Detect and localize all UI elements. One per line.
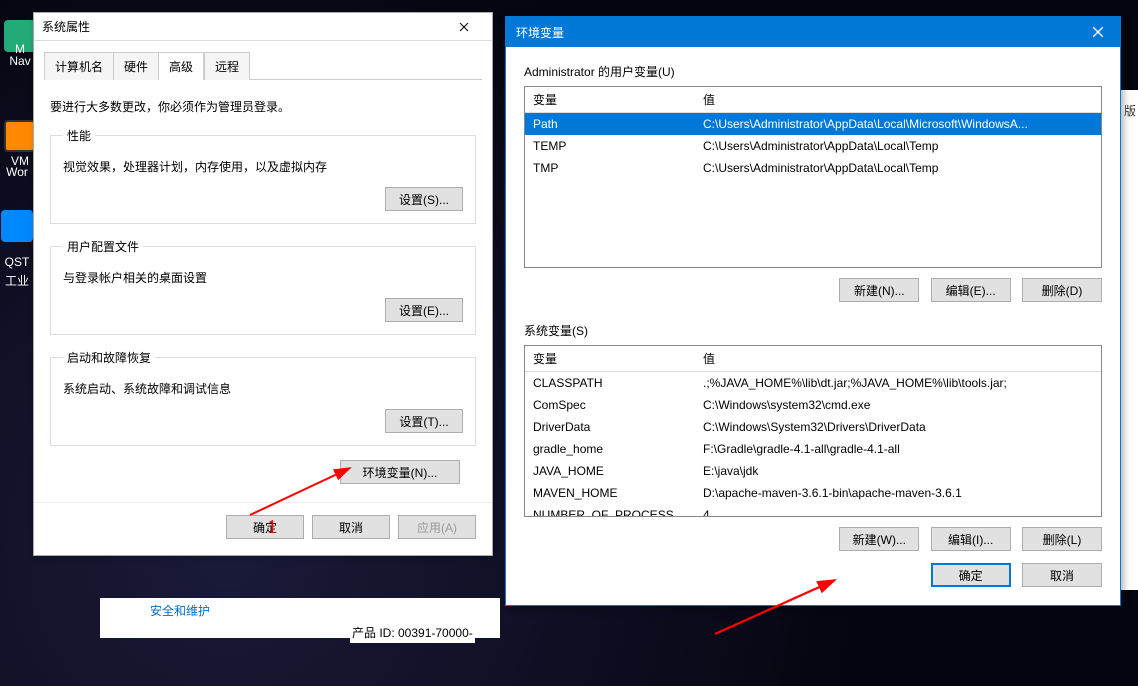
- dialog-title: 系统属性: [42, 18, 444, 35]
- tab-advanced[interactable]: 高级: [158, 52, 204, 80]
- performance-settings-button[interactable]: 设置(S)...: [385, 187, 463, 211]
- user-profile-desc: 与登录帐户相关的桌面设置: [63, 269, 463, 286]
- var-value: C:\Users\Administrator\AppData\Local\Tem…: [695, 158, 1101, 178]
- tab-panel-advanced: 要进行大多数更改，你必须作为管理员登录。 性能 视觉效果，处理器计划，内存使用，…: [34, 80, 492, 502]
- var-name: MAVEN_HOME: [525, 483, 695, 503]
- table-row[interactable]: JAVA_HOMEE:\java\jdk: [525, 460, 1101, 482]
- col-value[interactable]: 值: [695, 87, 1101, 112]
- sys-vars-label: 系统变量(S): [524, 322, 1102, 339]
- table-row[interactable]: ComSpecC:\Windows\system32\cmd.exe: [525, 394, 1101, 416]
- var-value: C:\Users\Administrator\AppData\Local\Mic…: [695, 114, 1101, 134]
- system-properties-dialog: 系统属性 计算机名 硬件 高级 远程 要进行大多数更改，你必须作为管理员登录。 …: [33, 12, 493, 556]
- user-vars-listview[interactable]: 变量 值 PathC:\Users\Administrator\AppData\…: [524, 86, 1102, 268]
- var-name: DriverData: [525, 417, 695, 437]
- cancel-button[interactable]: 取消: [312, 515, 390, 539]
- ok-button[interactable]: 确定: [931, 563, 1011, 587]
- desktop-icon[interactable]: [1, 210, 33, 244]
- table-row[interactable]: PathC:\Users\Administrator\AppData\Local…: [525, 113, 1101, 135]
- user-vars-label: Administrator 的用户变量(U): [524, 63, 1102, 80]
- table-row[interactable]: gradle_homeF:\Gradle\gradle-4.1-all\grad…: [525, 438, 1101, 460]
- var-name: CLASSPATH: [525, 373, 695, 393]
- performance-legend: 性能: [63, 127, 95, 144]
- var-value: D:\apache-maven-3.6.1-bin\apache-maven-3…: [695, 483, 1101, 503]
- var-value: C:\Windows\system32\cmd.exe: [695, 395, 1101, 415]
- var-value: 4: [695, 505, 1101, 517]
- apply-button[interactable]: 应用(A): [398, 515, 476, 539]
- environment-variables-button[interactable]: 环境变量(N)...: [340, 460, 460, 484]
- var-value: C:\Users\Administrator\AppData\Local\Tem…: [695, 136, 1101, 156]
- desktop-icon[interactable]: 工业: [1, 272, 33, 289]
- user-profile-settings-button[interactable]: 设置(E)...: [385, 298, 463, 322]
- close-icon[interactable]: [444, 15, 484, 39]
- cancel-button[interactable]: 取消: [1022, 563, 1102, 587]
- dialog-footer: 确定 取消 应用(A): [34, 502, 492, 555]
- user-delete-button[interactable]: 删除(D): [1022, 278, 1102, 302]
- desktop-icon[interactable]: QST: [1, 255, 33, 269]
- tab-computer-name[interactable]: 计算机名: [44, 52, 114, 80]
- var-name: Path: [525, 114, 695, 134]
- col-variable[interactable]: 变量: [525, 87, 695, 112]
- var-name: NUMBER_OF_PROCESSORS: [525, 505, 695, 517]
- annotation-number-1: 1: [267, 516, 277, 539]
- var-name: TMP: [525, 158, 695, 178]
- right-window-peek: 版: [1120, 90, 1138, 590]
- tab-bar: 计算机名 硬件 高级 远程: [44, 51, 482, 80]
- listview-header[interactable]: 变量 值: [525, 346, 1101, 372]
- desktop-icon[interactable]: Wor: [1, 165, 33, 179]
- var-value: E:\java\jdk: [695, 461, 1101, 481]
- startup-desc: 系统启动、系统故障和调试信息: [63, 380, 463, 397]
- var-name: TEMP: [525, 136, 695, 156]
- user-profile-legend: 用户配置文件: [63, 238, 143, 255]
- var-value: .;%JAVA_HOME%\lib\dt.jar;%JAVA_HOME%\lib…: [695, 373, 1101, 393]
- user-profile-group: 用户配置文件 与登录帐户相关的桌面设置 设置(E)...: [50, 238, 476, 335]
- col-variable[interactable]: 变量: [525, 346, 695, 371]
- col-value[interactable]: 值: [695, 346, 1101, 371]
- sys-edit-button[interactable]: 编辑(I)...: [931, 527, 1011, 551]
- user-edit-button[interactable]: 编辑(E)...: [931, 278, 1011, 302]
- sys-new-button[interactable]: 新建(W)...: [839, 527, 919, 551]
- listview-header[interactable]: 变量 值: [525, 87, 1101, 113]
- table-row[interactable]: DriverDataC:\Windows\System32\Drivers\Dr…: [525, 416, 1101, 438]
- dialog-titlebar[interactable]: 环境变量: [506, 17, 1120, 47]
- sys-delete-button[interactable]: 删除(L): [1022, 527, 1102, 551]
- var-value: C:\Windows\System32\Drivers\DriverData: [695, 417, 1101, 437]
- var-name: gradle_home: [525, 439, 695, 459]
- user-vars-buttons: 新建(N)... 编辑(E)... 删除(D): [524, 278, 1102, 302]
- performance-group: 性能 视觉效果，处理器计划，内存使用，以及虚拟内存 设置(S)...: [50, 127, 476, 224]
- table-row[interactable]: CLASSPATH.;%JAVA_HOME%\lib\dt.jar;%JAVA_…: [525, 372, 1101, 394]
- var-name: JAVA_HOME: [525, 461, 695, 481]
- user-new-button[interactable]: 新建(N)...: [839, 278, 919, 302]
- table-row[interactable]: MAVEN_HOMED:\apache-maven-3.6.1-bin\apac…: [525, 482, 1101, 504]
- table-row[interactable]: TEMPC:\Users\Administrator\AppData\Local…: [525, 135, 1101, 157]
- startup-legend: 启动和故障恢复: [63, 349, 155, 366]
- desktop-icon[interactable]: M: [4, 42, 36, 56]
- startup-recovery-group: 启动和故障恢复 系统启动、系统故障和调试信息 设置(T)...: [50, 349, 476, 446]
- tab-hardware[interactable]: 硬件: [113, 52, 159, 80]
- tab-remote[interactable]: 远程: [204, 52, 250, 80]
- environment-variables-dialog: 环境变量 Administrator 的用户变量(U) 变量 值 PathC:\…: [505, 16, 1121, 606]
- desktop-icon[interactable]: VM: [4, 120, 36, 168]
- sys-vars-buttons: 新建(W)... 编辑(I)... 删除(L): [524, 527, 1102, 551]
- var-name: ComSpec: [525, 395, 695, 415]
- dialog-titlebar[interactable]: 系统属性: [34, 13, 492, 41]
- table-row[interactable]: NUMBER_OF_PROCESSORS4: [525, 504, 1101, 517]
- performance-desc: 视觉效果，处理器计划，内存使用，以及虚拟内存: [63, 158, 463, 175]
- product-id-text: 产品 ID: 00391-70000-: [350, 622, 475, 643]
- table-row[interactable]: TMPC:\Users\Administrator\AppData\Local\…: [525, 157, 1101, 179]
- close-icon[interactable]: [1076, 17, 1120, 47]
- admin-hint: 要进行大多数更改，你必须作为管理员登录。: [50, 98, 476, 115]
- ok-button[interactable]: 确定: [226, 515, 304, 539]
- dialog-title: 环境变量: [516, 24, 1076, 41]
- dialog-footer: 确定 取消: [524, 563, 1102, 587]
- var-value: F:\Gradle\gradle-4.1-all\gradle-4.1-all: [695, 439, 1101, 459]
- startup-settings-button[interactable]: 设置(T)...: [385, 409, 463, 433]
- sys-vars-listview[interactable]: 变量 值 CLASSPATH.;%JAVA_HOME%\lib\dt.jar;%…: [524, 345, 1102, 517]
